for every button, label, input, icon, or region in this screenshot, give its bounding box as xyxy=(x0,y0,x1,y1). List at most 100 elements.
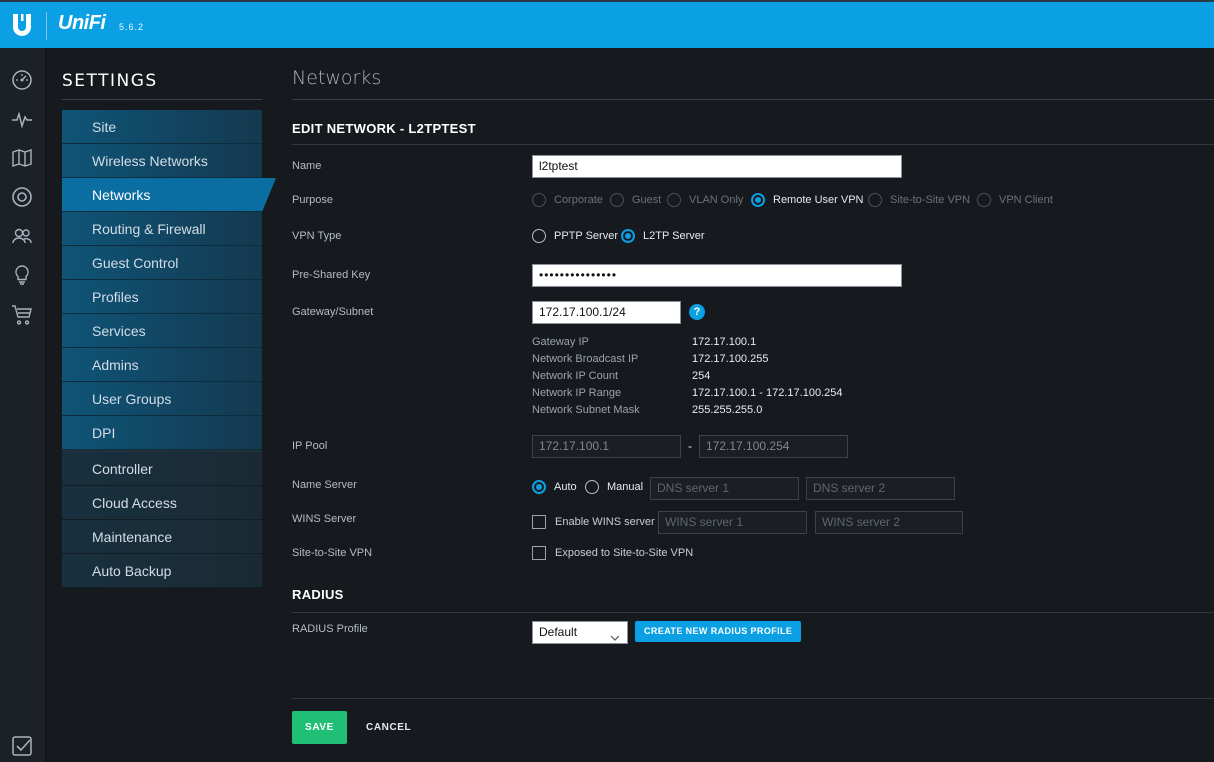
radius-profile-select[interactable]: Default xyxy=(532,621,628,644)
name-label: Name xyxy=(292,160,322,172)
radio-label: Manual xyxy=(607,481,644,493)
vpn-type-label: VPN Type xyxy=(292,230,342,242)
tasks-icon[interactable] xyxy=(11,735,33,757)
section-divider xyxy=(292,144,1214,145)
save-button[interactable]: SAVE xyxy=(292,711,347,744)
info-row: Network Broadcast IP 172.17.100.255 xyxy=(532,353,842,370)
info-value: 254 xyxy=(692,370,711,382)
sidebar-item-user-groups[interactable]: User Groups xyxy=(62,382,262,416)
purpose-guest-radio[interactable]: Guest xyxy=(610,193,661,207)
name-server-manual-radio[interactable]: Manual xyxy=(585,480,643,494)
info-key: Gateway IP xyxy=(532,336,589,348)
name-server-auto-radio[interactable]: Auto xyxy=(532,480,577,494)
info-value: 172.17.100.1 xyxy=(692,336,757,348)
sidebar-item-dpi[interactable]: DPI xyxy=(62,416,262,450)
subnet-info: Gateway IP 172.17.100.1 Network Broadcast… xyxy=(532,336,842,421)
page-title: Networks xyxy=(292,67,382,89)
settings-divider xyxy=(62,99,262,100)
psk-label: Pre-Shared Key xyxy=(292,269,371,281)
info-value: 255.255.255.0 xyxy=(692,404,763,416)
settings-menu: Site Wireless Networks Networks Routing … xyxy=(62,110,276,588)
site-to-site-label: Site-to-Site VPN xyxy=(292,547,373,559)
radio-label: Guest xyxy=(632,194,662,206)
section-title-radius: RADIUS xyxy=(292,587,344,602)
purpose-remote-user-vpn-radio[interactable]: Remote User VPN xyxy=(751,193,863,207)
create-radius-profile-button[interactable]: CREATE NEW RADIUS PROFILE xyxy=(635,621,802,642)
left-nav xyxy=(0,48,46,762)
dns-server-2-input[interactable]: DNS server 2 xyxy=(806,477,955,500)
sidebar-item-services[interactable]: Services xyxy=(62,314,262,348)
info-value: 172.17.100.255 xyxy=(692,353,769,365)
dashboard-icon[interactable] xyxy=(11,69,33,91)
radio-label: PPTP Server xyxy=(554,230,618,242)
sidebar-item-admins[interactable]: Admins xyxy=(62,348,262,382)
sidebar-item-networks[interactable]: Networks xyxy=(62,178,276,212)
enable-wins-checkbox[interactable]: Enable WINS server xyxy=(532,515,655,529)
purpose-label: Purpose xyxy=(292,194,333,206)
ip-pool-label: IP Pool xyxy=(292,440,328,452)
info-key: Network Subnet Mask xyxy=(532,404,640,416)
wins-server-label: WINS Server xyxy=(292,513,357,525)
sidebar-item-site[interactable]: Site xyxy=(62,110,262,144)
clients-icon[interactable] xyxy=(11,225,33,247)
info-row: Network IP Range 172.17.100.1 - 172.17.10… xyxy=(532,387,842,404)
info-row: Gateway IP 172.17.100.1 xyxy=(532,336,842,353)
footer-divider xyxy=(292,698,1214,699)
purpose-corporate-radio[interactable]: Corporate xyxy=(532,193,603,207)
help-icon[interactable]: ? xyxy=(689,304,705,320)
insights-icon[interactable] xyxy=(11,264,33,286)
radius-profile-label: RADIUS Profile xyxy=(292,623,368,635)
version-label: 5.6.2 xyxy=(119,22,145,32)
wins-server-2-input[interactable]: WINS server 2 xyxy=(815,511,963,534)
radio-label: Remote User VPN xyxy=(773,194,864,206)
settings-title: SETTINGS xyxy=(62,71,158,91)
radio-label: L2TP Server xyxy=(643,230,705,242)
ip-pool-separator: - xyxy=(688,439,692,453)
brand-logo: UniFi xyxy=(58,12,106,34)
sidebar-item-wireless-networks[interactable]: Wireless Networks xyxy=(62,144,262,178)
top-bar: UniFi 5.6.2 xyxy=(0,0,1214,48)
psk-input[interactable]: ••••••••••••••• xyxy=(532,264,902,287)
dns-server-1-input[interactable]: DNS server 1 xyxy=(650,477,799,500)
cancel-button[interactable]: CANCEL xyxy=(366,711,411,744)
section-title-edit-network: EDIT NETWORK - L2TPTEST xyxy=(292,121,476,136)
info-key: Network IP Range xyxy=(532,387,622,399)
sidebar-item-auto-backup[interactable]: Auto Backup xyxy=(62,554,262,588)
vpn-type-l2tp-radio[interactable]: L2TP Server xyxy=(621,229,705,243)
ubiquiti-logo-icon[interactable] xyxy=(10,12,34,38)
checkbox-label: Enable WINS server xyxy=(555,516,655,528)
vpn-type-pptp-radio[interactable]: PPTP Server xyxy=(532,229,618,243)
sidebar-item-maintenance[interactable]: Maintenance xyxy=(62,520,262,554)
sidebar-item-guest-control[interactable]: Guest Control xyxy=(62,246,262,280)
gateway-label: Gateway/Subnet xyxy=(292,306,374,318)
map-icon[interactable] xyxy=(11,147,33,169)
sidebar-item-profiles[interactable]: Profiles xyxy=(62,280,262,314)
logo-divider xyxy=(46,12,47,40)
ip-pool-end-input[interactable]: 172.17.100.254 xyxy=(699,435,848,458)
info-row: Network Subnet Mask 255.255.255.0 xyxy=(532,404,842,421)
info-key: Network Broadcast IP xyxy=(532,353,639,365)
exposed-s2s-checkbox[interactable]: Exposed to Site-to-Site VPN xyxy=(532,546,693,560)
info-key: Network IP Count xyxy=(532,370,619,382)
purpose-vpn-client-radio[interactable]: VPN Client xyxy=(977,193,1053,207)
purpose-vlan-only-radio[interactable]: VLAN Only xyxy=(667,193,743,207)
gateway-subnet-input[interactable]: 172.17.100.1/24 xyxy=(532,301,681,324)
wins-server-1-input[interactable]: WINS server 1 xyxy=(658,511,807,534)
sidebar-item-cloud-access[interactable]: Cloud Access xyxy=(62,486,262,520)
store-icon[interactable] xyxy=(11,303,33,325)
devices-icon[interactable] xyxy=(11,186,33,208)
name-input[interactable]: l2tptest xyxy=(532,155,902,178)
ip-pool-start-input[interactable]: 172.17.100.1 xyxy=(532,435,681,458)
radio-label: Site-to-Site VPN xyxy=(890,194,971,206)
info-row: Network IP Count 254 xyxy=(532,370,842,387)
sidebar-item-controller[interactable]: Controller xyxy=(62,452,262,486)
radio-label: Corporate xyxy=(554,194,603,206)
radio-label: Auto xyxy=(554,481,577,493)
sidebar-item-routing-firewall[interactable]: Routing & Firewall xyxy=(62,212,262,246)
radius-divider xyxy=(292,612,1214,613)
checkbox-label: Exposed to Site-to-Site VPN xyxy=(555,547,694,559)
radio-label: VLAN Only xyxy=(689,194,744,206)
statistics-icon[interactable] xyxy=(11,108,33,130)
purpose-site-to-site-vpn-radio[interactable]: Site-to-Site VPN xyxy=(868,193,970,207)
name-server-label: Name Server xyxy=(292,479,357,491)
